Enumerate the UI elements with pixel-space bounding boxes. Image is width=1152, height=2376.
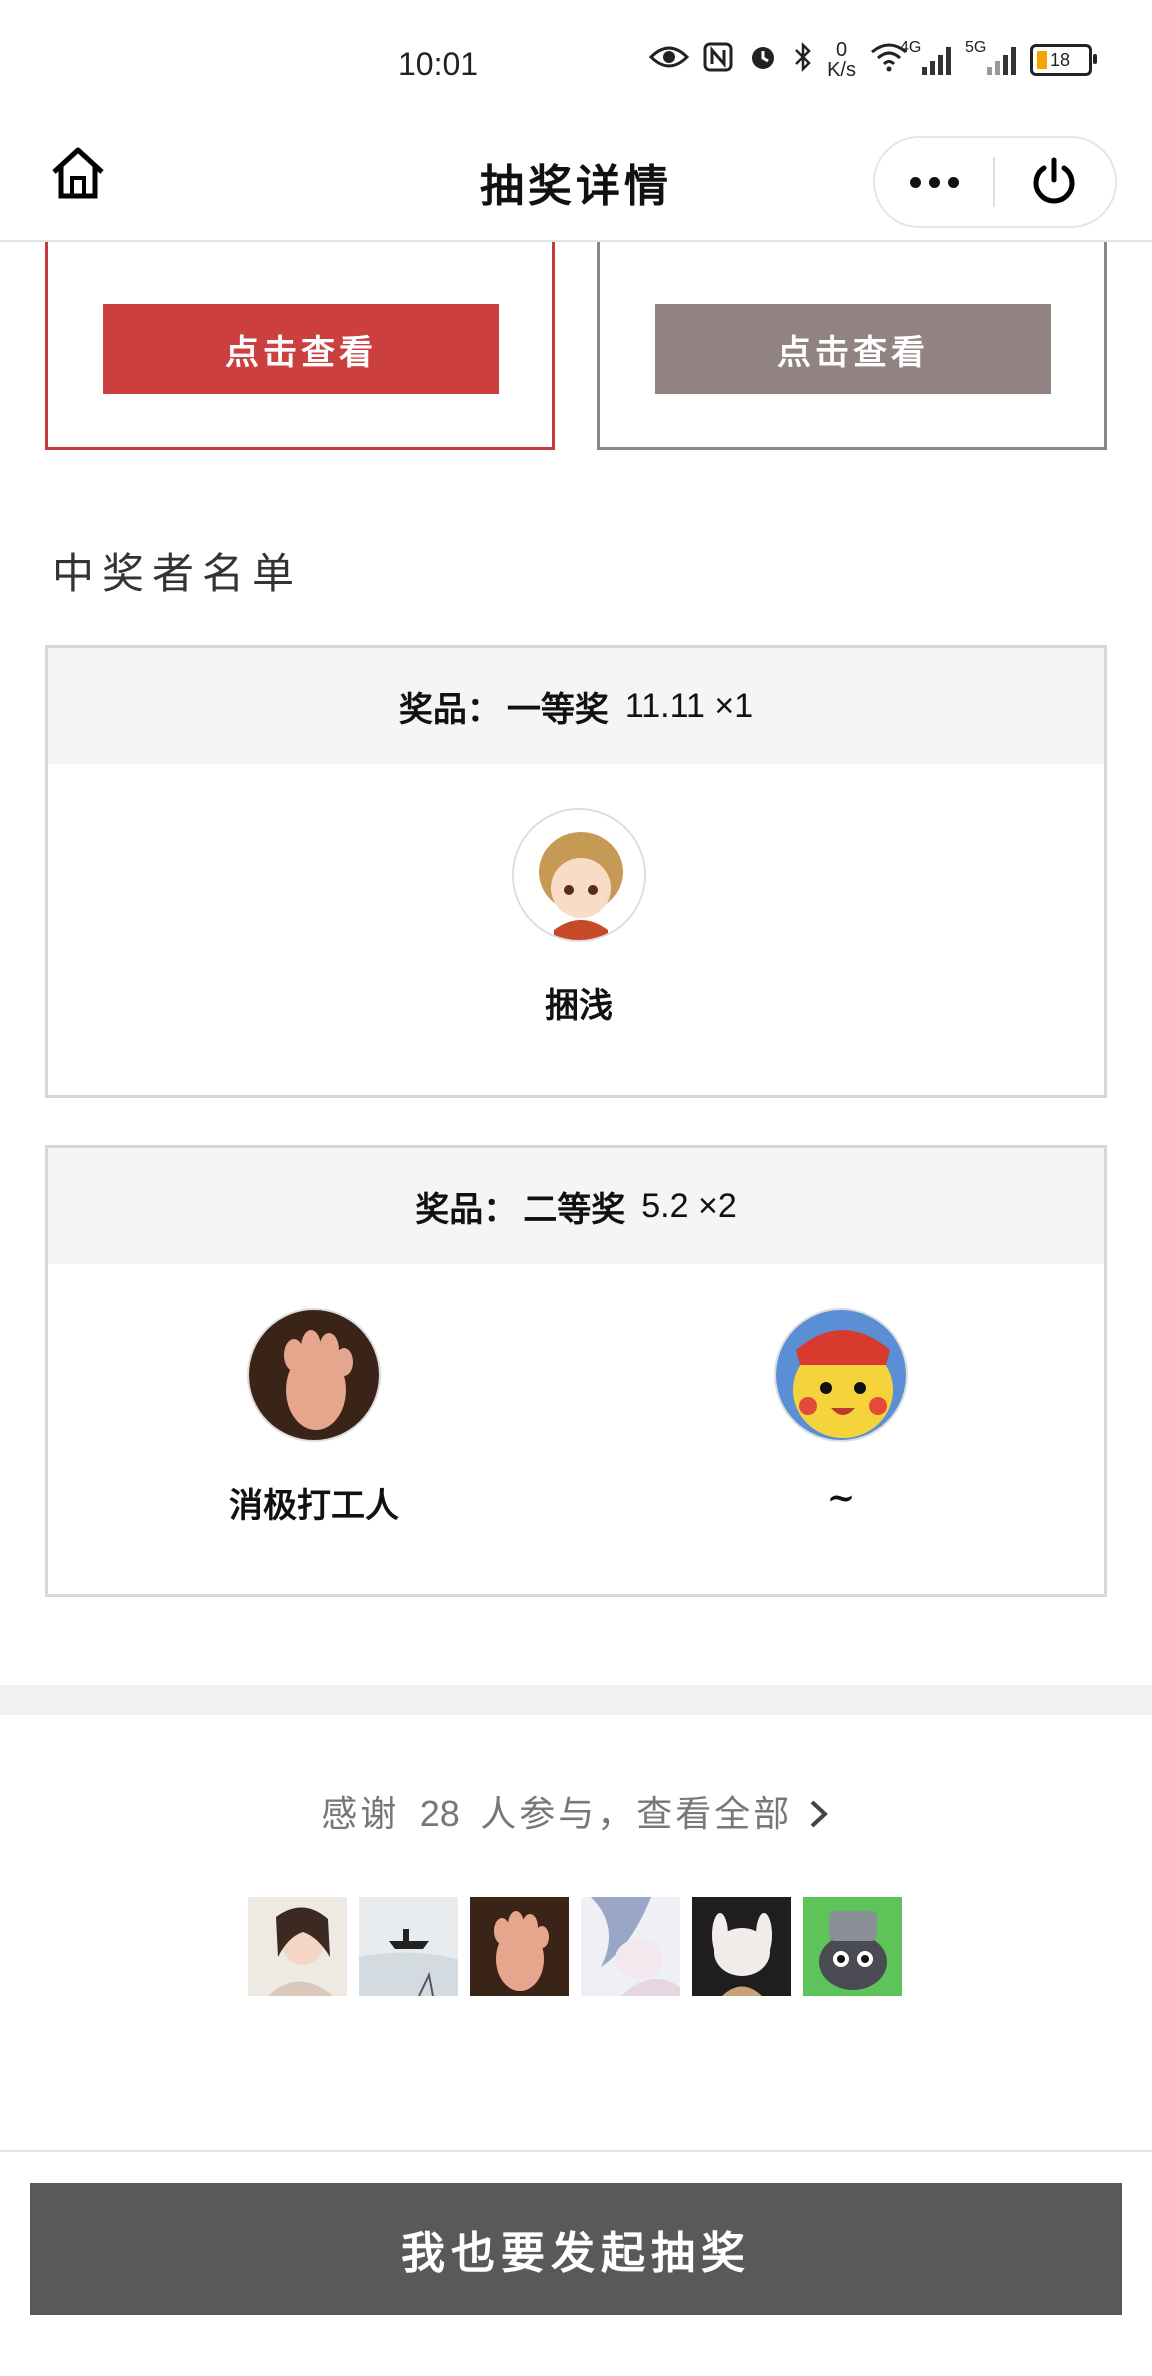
prize-label: 奖品：: [398, 689, 501, 730]
participants-suffix: 人参与，查看全部: [480, 1794, 793, 1835]
prize-card-right: 点击查看: [597, 242, 1107, 450]
net-speed: 0 K/s: [827, 40, 856, 80]
alarm-icon: [747, 41, 779, 79]
winner-name: 消极打工人: [229, 1486, 399, 1526]
winner-item[interactable]: ~: [691, 1308, 991, 1518]
winner-list: 捆浅: [48, 764, 1104, 1094]
more-button[interactable]: [875, 138, 993, 226]
participants-link[interactable]: 感谢 28 人参与，查看全部: [0, 1785, 1152, 1837]
status-icons: 0 K/s 4G 5G 18: [648, 39, 1097, 80]
signal-label-4g: 4G: [900, 39, 922, 56]
prize-amount: 11.11 ×1: [624, 686, 754, 725]
nfc-icon: [703, 42, 733, 78]
prize-box-first: 奖品： 一等奖 11.11 ×1 捆浅: [45, 645, 1107, 1098]
prize-name: 一等奖: [506, 689, 609, 730]
prize-card-left: 点击查看: [45, 242, 555, 450]
prize-label: 奖品：: [415, 1189, 518, 1230]
prize-box-second: 奖品： 二等奖 5.2 ×2 消极打工人 ~: [45, 1145, 1107, 1597]
winner-item[interactable]: 消极打工人: [164, 1308, 464, 1527]
participant-avatar[interactable]: [581, 1897, 680, 1996]
close-button[interactable]: [995, 138, 1113, 226]
status-bar: 10:01 0 K/s 4G 5G 18: [0, 0, 1152, 130]
winner-list: 消极打工人 ~: [48, 1264, 1104, 1594]
view-button-left[interactable]: 点击查看: [103, 304, 499, 394]
status-time: 10:01: [398, 46, 479, 82]
avatar: [774, 1308, 908, 1442]
winner-name: ~: [826, 1478, 856, 1518]
avatar: [512, 808, 646, 942]
nav-bar: 抽奖详情: [0, 130, 1152, 242]
signal-icon: 4G: [900, 39, 951, 75]
participants-count: 28: [419, 1793, 460, 1834]
net-speed-unit: K/s: [827, 59, 856, 81]
bottom-divider: [0, 2150, 1152, 2152]
winner-item[interactable]: 捆浅: [429, 808, 729, 1027]
more-dots-icon: [909, 176, 921, 188]
battery-level: 18: [1050, 49, 1071, 70]
participant-avatar[interactable]: [803, 1897, 902, 1996]
chevron-right-icon: [810, 1800, 828, 1828]
winner-name: 捆浅: [545, 986, 613, 1026]
participant-avatar[interactable]: [248, 1897, 347, 1996]
net-speed-value: 0: [835, 39, 848, 61]
prize-header: 奖品： 一等奖 11.11 ×1: [48, 648, 1104, 764]
participant-avatar[interactable]: [470, 1897, 569, 1996]
create-lottery-button[interactable]: 我也要发起抽奖: [30, 2183, 1122, 2315]
power-icon: [1033, 157, 1075, 204]
mini-program-capsule: [873, 136, 1117, 228]
prize-header: 奖品： 二等奖 5.2 ×2: [48, 1148, 1104, 1264]
signal-icon: 5G: [965, 39, 1016, 75]
section-divider: [0, 1685, 1152, 1715]
participants-prefix: 感谢: [321, 1794, 400, 1835]
prize-amount: 5.2 ×2: [641, 1186, 737, 1225]
signal-label-5g: 5G: [965, 39, 987, 56]
participant-avatars: [248, 1897, 902, 1996]
avatar: [247, 1308, 381, 1442]
eye-icon: [648, 43, 690, 77]
bluetooth-icon: [793, 41, 813, 79]
winners-section-title: 中奖者名单: [52, 549, 303, 598]
prize-name: 二等奖: [523, 1189, 626, 1230]
view-button-right[interactable]: 点击查看: [655, 304, 1051, 394]
battery-icon: 18: [1030, 44, 1097, 76]
participant-avatar[interactable]: [692, 1897, 791, 1996]
participant-avatar[interactable]: [359, 1897, 458, 1996]
